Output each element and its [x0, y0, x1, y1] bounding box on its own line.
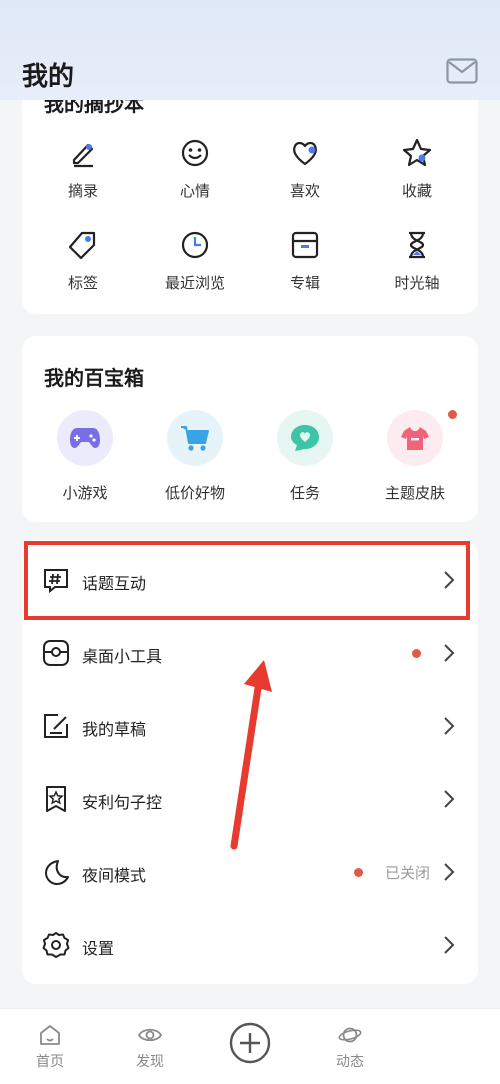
menu-item-night-mode[interactable]: 夜间模式 已关闭: [22, 836, 478, 908]
hourglass-icon: [409, 231, 425, 259]
nav-feed[interactable]: 动态: [310, 1023, 390, 1071]
tool-icon-bg: [277, 410, 333, 466]
notes-card: 我的摘抄本 摘录 心情 喜欢 收藏 标签 最近浏览 专辑 时光轴: [22, 100, 478, 314]
tool-icon-bg: [387, 410, 443, 466]
shirt-icon: [401, 427, 429, 450]
grid-item-excerpt[interactable]: 摘录: [26, 136, 140, 201]
grid-item-label: 心情: [179, 182, 210, 200]
tool-tasks[interactable]: 任务: [248, 410, 362, 503]
task-bubble-icon: [291, 425, 319, 451]
hashtag-icon: [44, 569, 68, 594]
tool-icon-bg: [167, 410, 223, 466]
notification-dot: [354, 868, 363, 877]
grid-item-label: 标签: [67, 274, 98, 292]
grid-item-label: 收藏: [401, 182, 432, 200]
tool-mini-games[interactable]: 小游戏: [28, 410, 142, 503]
tool-label: 主题皮肤: [384, 484, 445, 502]
tool-icon-bg: [57, 410, 113, 466]
tag-icon: [68, 231, 96, 260]
grid-item-mood[interactable]: 心情: [138, 136, 252, 201]
menu-item-label: 安利句子控: [82, 793, 163, 812]
album-icon: [291, 231, 319, 259]
planet-icon: [338, 1027, 362, 1043]
nav-label: 首页: [36, 1054, 64, 1070]
notes-card-title: 我的摘抄本: [44, 100, 144, 116]
nav-label: 动态: [336, 1054, 364, 1070]
chevron-right-icon: [444, 644, 455, 662]
menu-item-topic-interaction[interactable]: 话题互动: [22, 544, 478, 616]
grid-item-label: 最近浏览: [164, 274, 225, 292]
chevron-right-icon: [444, 717, 455, 735]
grid-item-recent[interactable]: 最近浏览: [138, 228, 252, 293]
star-icon: [402, 138, 432, 167]
page-title: 我的: [22, 62, 75, 92]
grid-item-label: 专辑: [289, 274, 320, 292]
notification-dot: [412, 649, 421, 658]
smile-icon: [181, 139, 209, 167]
grid-item-album[interactable]: 专辑: [248, 228, 362, 293]
menu-item-recommend-sentences[interactable]: 安利句子控: [22, 763, 478, 835]
nav-discover[interactable]: 发现: [110, 1023, 190, 1071]
menu-item-label: 设置: [82, 939, 115, 958]
menu-item-label: 桌面小工具: [82, 647, 163, 666]
notification-dot: [448, 410, 457, 419]
grid-item-like[interactable]: 喜欢: [248, 136, 362, 201]
gear-icon: [42, 932, 70, 958]
bookmark-star-icon: [46, 786, 66, 812]
grid-item-timeline[interactable]: 时光轴: [360, 228, 474, 293]
chevron-right-icon: [444, 863, 455, 881]
tool-theme-skin[interactable]: 主题皮肤: [358, 410, 472, 503]
menu-list-card: 话题互动 桌面小工具 我的草稿 安利句子控 夜间模式 已关闭 设置: [22, 540, 478, 984]
chevron-right-icon: [444, 790, 455, 808]
gamepad-icon: [70, 428, 100, 448]
header: 我的: [0, 50, 500, 100]
menu-item-label: 我的草稿: [82, 720, 147, 739]
chevron-right-icon: [444, 936, 455, 954]
menu-item-settings[interactable]: 设置: [22, 909, 478, 981]
grid-item-tag[interactable]: 标签: [26, 228, 140, 293]
mail-icon[interactable]: [446, 58, 478, 84]
draft-icon: [44, 714, 68, 738]
bottom-nav: 首页 发现 动态: [0, 1008, 500, 1084]
chevron-right-icon: [444, 571, 455, 589]
eye-icon: [138, 1028, 162, 1042]
home-icon: [40, 1025, 60, 1045]
tool-label: 小游戏: [62, 484, 108, 502]
heart-icon: [293, 141, 317, 166]
tool-label: 任务: [289, 484, 320, 502]
menu-item-desktop-widget[interactable]: 桌面小工具: [22, 617, 478, 689]
tool-low-price[interactable]: 低价好物: [138, 410, 252, 503]
pen-icon: [72, 143, 94, 168]
plus-circle-icon[interactable]: [228, 1021, 272, 1065]
toolbox-title: 我的百宝箱: [44, 366, 144, 390]
grid-item-label: 时光轴: [394, 274, 440, 292]
grid-item-label: 摘录: [67, 182, 98, 200]
grid-item-label: 喜欢: [289, 182, 320, 200]
night-mode-status: 已关闭: [384, 864, 430, 882]
menu-item-label: 话题互动: [82, 574, 147, 593]
menu-item-label: 夜间模式: [82, 866, 147, 885]
cart-icon: [181, 426, 209, 451]
nav-home[interactable]: 首页: [10, 1023, 90, 1071]
tool-label: 低价好物: [164, 484, 225, 502]
clock-icon: [181, 231, 209, 259]
menu-item-my-drafts[interactable]: 我的草稿: [22, 690, 478, 762]
toolbox-card: 我的百宝箱 小游戏 低价好物 任务 主题皮肤: [22, 336, 478, 522]
moon-icon: [45, 860, 69, 885]
nav-label: 发现: [136, 1054, 164, 1070]
widget-icon: [43, 640, 69, 666]
grid-item-favorite[interactable]: 收藏: [360, 136, 474, 201]
